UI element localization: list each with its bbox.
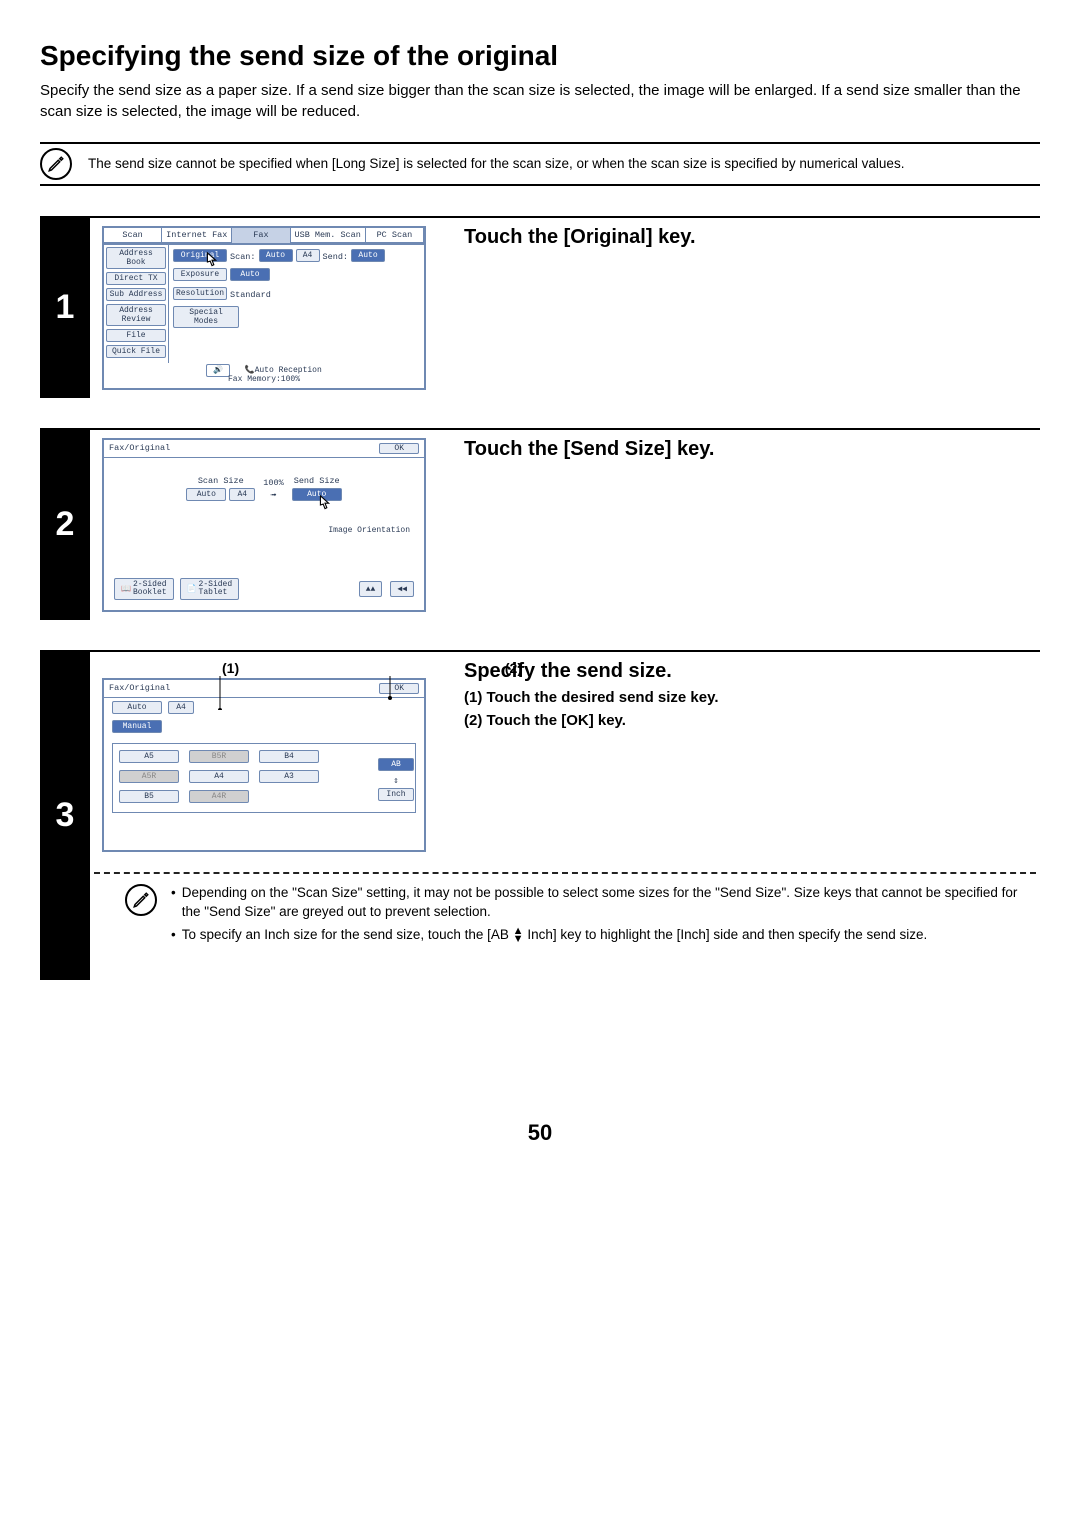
special-modes-button[interactable]: Special Modes [173,306,239,328]
auto-button[interactable]: Auto [259,249,293,262]
scan-size-label: Scan Size [198,476,244,486]
note-1: Depending on the "Scan Size" setting, it… [182,884,1036,922]
manual-button[interactable]: Manual [112,720,162,733]
scan-auto-button[interactable]: Auto [186,488,226,501]
panel-title: Fax/Original [109,683,170,694]
file-button[interactable]: File [106,329,166,342]
tab-fax[interactable]: Fax [232,228,290,243]
updown-icon: ⇕ [378,776,414,786]
size-a3-button[interactable]: A3 [259,770,319,783]
orientation-portrait-button[interactable]: ▲▲ [359,581,383,597]
pencil-icon [40,148,72,180]
step-1: 1 Scan Internet Fax Fax USB Mem. Scan PC… [40,216,1040,398]
arrow-icon: ➟ [270,490,276,502]
scan-label: Scan: [230,252,256,262]
size-a4-button[interactable]: A4 [296,249,320,262]
intro-text: Specify the send size as a paper size. I… [40,80,1040,122]
cursor-icon [201,251,223,273]
cursor-icon [314,494,336,516]
a4-button[interactable]: A4 [168,701,194,714]
scan-a4-button[interactable]: A4 [229,488,255,501]
ab-button[interactable]: AB [378,758,414,771]
send-auto-button[interactable]: Auto [351,249,385,262]
step3-sub2: (2) Touch the [OK] key. [464,712,719,729]
main-area: Original Scan: Auto A4 Send: Auto Exposu… [169,245,424,363]
resolution-button[interactable]: Resolution [173,287,227,300]
screenshot-step3: (1) (2) Fax/Original OK Auto A4 [90,652,454,860]
two-sided-booklet-button[interactable]: 📖2-Sided Booklet [114,578,174,600]
step-number: 2 [40,428,90,620]
ok-button[interactable]: OK [379,443,419,454]
step3-notes: •Depending on the "Scan Size" setting, i… [90,884,1040,955]
size-grid: A5 B5R B4 A5R A4 A3 B5 A4R [112,743,416,813]
send-label: Send: [323,252,349,262]
size-b5r-button: B5R [189,750,249,763]
size-b4-button[interactable]: B4 [259,750,319,763]
speaker-icon: 🔊 [206,364,230,377]
quick-file-button[interactable]: Quick File [106,345,166,358]
size-a4r-button: A4R [189,790,249,803]
size-a4-button[interactable]: A4 [189,770,249,783]
sub-address-button[interactable]: Sub Address [106,288,166,301]
tab-scan[interactable]: Scan [104,228,162,243]
auto-button[interactable]: Auto [112,701,162,714]
tab-pc-scan[interactable]: PC Scan [366,228,424,243]
size-a5r-button: A5R [119,770,179,783]
tablet-icon: 📄 [187,584,197,594]
step3-sub1: (1) Touch the desired send size key. [464,689,719,706]
screenshot-step1: Scan Internet Fax Fax USB Mem. Scan PC S… [90,218,454,398]
screenshot-step2: Fax/Original OK Scan Size Auto A4 [90,430,454,620]
updown-icon: ▲▼ [513,927,524,943]
step-number: 3 [40,650,90,980]
send-size-label: Send Size [294,476,340,486]
tab-internet-fax[interactable]: Internet Fax [162,228,232,243]
step-3: 3 (1) (2) Fax/Original OK Auto [40,650,1040,980]
dashed-separator [94,872,1036,874]
orientation-landscape-button[interactable]: ◀◀ [390,581,414,597]
page-number: 50 [40,1120,1040,1146]
address-review-button[interactable]: Address Review [106,304,166,326]
booklet-icon: 📖 [121,584,131,594]
step2-heading: Touch the [Send Size] key. [464,438,714,461]
page-title: Specifying the send size of the original [40,40,1040,72]
fax-memory-label: Fax Memory:100% [228,375,300,384]
ratio-label: 100% [263,478,283,488]
note-2: To specify an Inch size for the send siz… [182,926,928,945]
step1-heading: Touch the [Original] key. [464,226,696,249]
top-note-text: The send size cannot be specified when [… [88,155,904,173]
size-a5-button[interactable]: A5 [119,750,179,763]
tab-usb-mem-scan[interactable]: USB Mem. Scan [291,228,366,243]
two-sided-tablet-button[interactable]: 📄2-Sided Tablet [180,578,240,600]
direct-tx-button[interactable]: Direct TX [106,272,166,285]
exposure-auto-button[interactable]: Auto [230,268,270,281]
image-orientation-label: Image Orientation [104,526,424,535]
auto-reception-label: Auto Reception [255,366,322,375]
size-b5-button[interactable]: B5 [119,790,179,803]
step-number: 1 [40,216,90,398]
step-2: 2 Fax/Original OK Scan Size Auto [40,428,1040,620]
ok-button[interactable]: OK [379,683,419,694]
address-book-button[interactable]: Address Book [106,247,166,269]
top-note-box: The send size cannot be specified when [… [40,142,1040,186]
callout-2: (2) [505,660,522,676]
resolution-value: Standard [230,290,271,300]
callout-1: (1) [222,660,239,676]
inch-button[interactable]: Inch [378,788,414,801]
pencil-icon [125,884,157,916]
sidebar: Address Book Direct TX Sub Address Addre… [104,245,169,363]
panel-title: Fax/Original [109,443,170,454]
